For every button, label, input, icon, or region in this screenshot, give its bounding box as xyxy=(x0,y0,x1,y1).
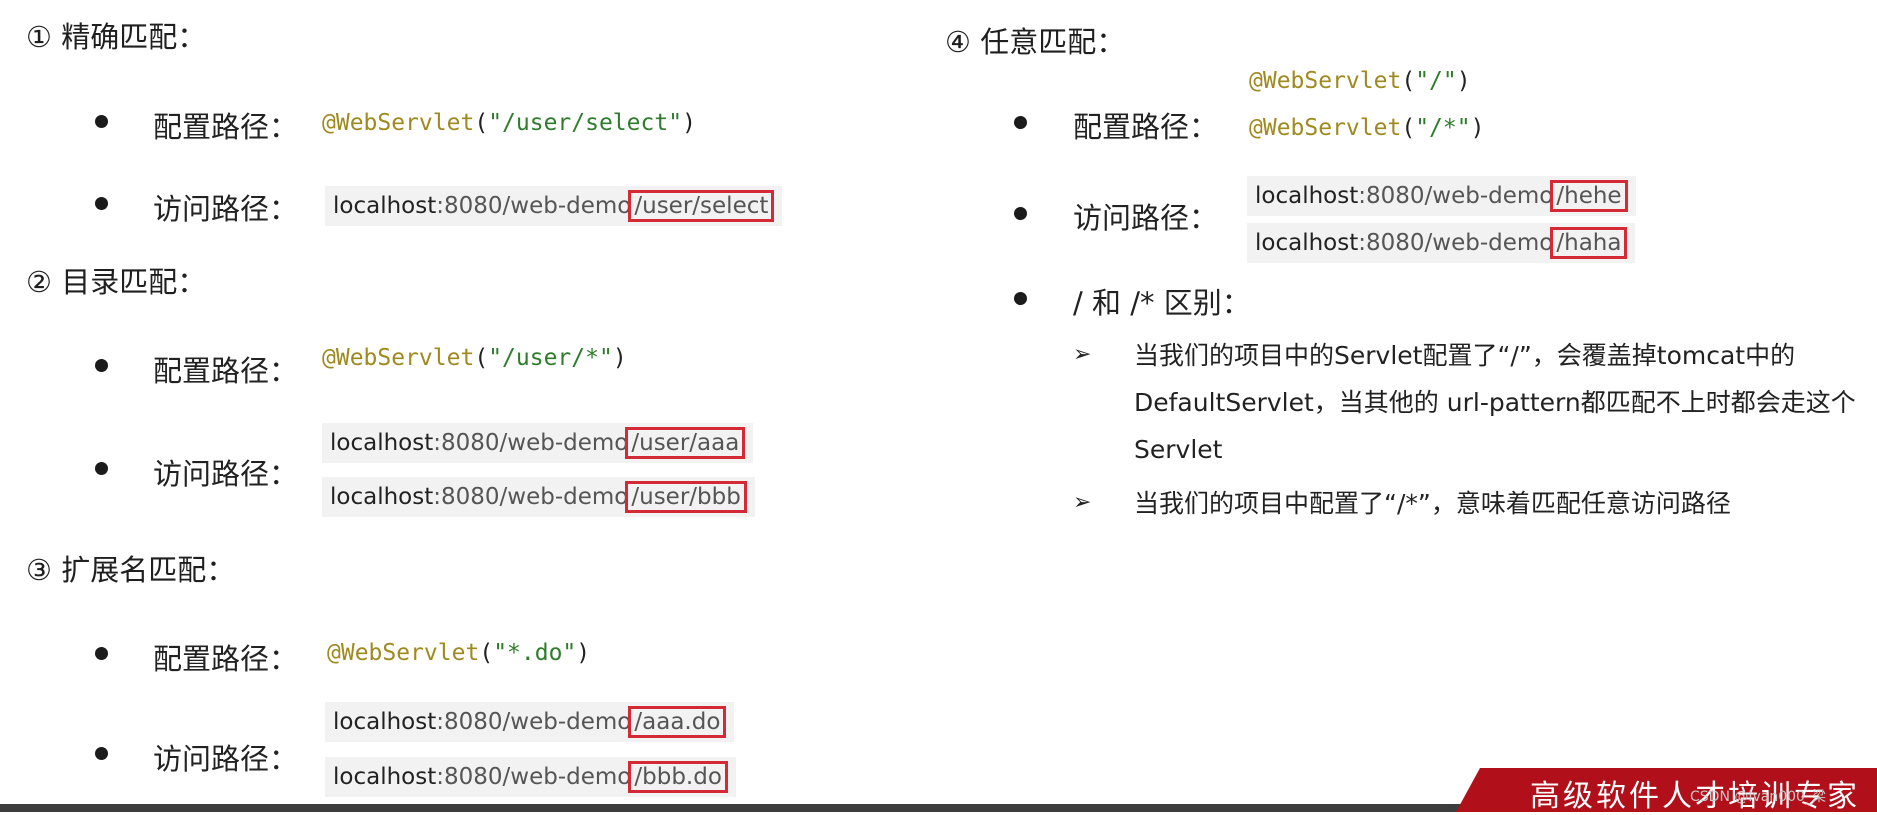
paren: ) xyxy=(1456,68,1471,94)
paren: ) xyxy=(1470,115,1485,141)
paren: ( xyxy=(474,110,489,136)
bullet xyxy=(1014,207,1027,220)
url-pattern: "/user/*" xyxy=(488,345,613,371)
section-1-heading: ① 精确匹配： xyxy=(26,20,207,54)
url-host: localhost xyxy=(1255,183,1359,209)
annotation-name: @WebServlet xyxy=(1249,68,1402,94)
paren: ( xyxy=(1401,115,1416,141)
url-host: localhost xyxy=(1255,230,1359,256)
url-path: :8080/web-demo xyxy=(436,193,632,219)
bullet xyxy=(95,197,108,210)
highlighted-path: /bbb.do xyxy=(628,761,728,793)
servlet-annotation: @WebServlet("/user/select") xyxy=(322,110,696,136)
url-host: localhost xyxy=(330,430,434,456)
difference-label: / 和 /* 区别： xyxy=(1073,286,1251,320)
section-2-heading: ② 目录匹配： xyxy=(26,265,207,299)
url-pattern: "/user/select" xyxy=(488,110,683,136)
access-url: localhost:8080/web-demo/haha xyxy=(1247,223,1636,263)
paren: ( xyxy=(1401,68,1416,94)
highlighted-path: /user/aaa xyxy=(625,427,746,459)
highlighted-path: /haha xyxy=(1550,227,1628,259)
bullet xyxy=(95,747,108,760)
paren: ) xyxy=(682,110,696,136)
servlet-annotation: @WebServlet("/*") xyxy=(1249,115,1484,141)
url-pattern: "/" xyxy=(1415,68,1457,94)
difference-point: 当我们的项目中的Servlet配置了“/”，会覆盖掉tomcat中的Defaul… xyxy=(1134,341,1856,464)
annotation-name: @WebServlet xyxy=(1249,115,1402,141)
servlet-annotation: @WebServlet("/") xyxy=(1249,68,1471,94)
url-pattern: "*.do" xyxy=(493,640,577,666)
url-path: :8080/web-demo xyxy=(433,484,629,510)
url-host: localhost xyxy=(333,193,437,219)
access-url: localhost:8080/web-demo/aaa.do xyxy=(325,702,735,742)
servlet-annotation: @WebServlet("/user/*") xyxy=(322,345,627,371)
url-host: localhost xyxy=(333,709,437,735)
config-path-label: 配置路径： xyxy=(153,110,299,144)
url-path: :8080/web-demo xyxy=(433,430,629,456)
bullet xyxy=(95,115,108,128)
url-path: :8080/web-demo xyxy=(436,709,632,735)
access-url: localhost:8080/web-demo/bbb.do xyxy=(325,757,736,797)
section-3-heading: ③ 扩展名匹配： xyxy=(26,553,236,587)
annotation-name: @WebServlet xyxy=(322,345,475,371)
annotation-name: @WebServlet xyxy=(322,110,475,136)
servlet-annotation: @WebServlet("*.do") xyxy=(327,640,590,666)
access-path-label: 访问路径： xyxy=(1073,201,1219,235)
csdn-watermark: CSDN @Ivan000_梁 xyxy=(1690,789,1826,805)
url-pattern: "/*" xyxy=(1415,115,1471,141)
bullet xyxy=(1014,292,1027,305)
access-url: localhost:8080/web-demo/hehe xyxy=(1247,176,1636,216)
annotation-name: @WebServlet xyxy=(327,640,480,666)
url-path: :8080/web-demo xyxy=(1358,230,1554,256)
access-path-label: 访问路径： xyxy=(153,192,299,226)
access-url: localhost:8080/web-demo/user/aaa xyxy=(322,423,754,463)
access-path-label: 访问路径： xyxy=(153,742,299,776)
paren: ) xyxy=(576,640,591,666)
config-path-label: 配置路径： xyxy=(1073,110,1219,144)
access-path-label: 访问路径： xyxy=(153,457,299,491)
section-4-heading: ④ 任意匹配： xyxy=(945,25,1126,59)
bullet xyxy=(95,462,108,475)
url-path: :8080/web-demo xyxy=(436,764,632,790)
highlighted-path: /aaa.do xyxy=(628,706,727,738)
bullet xyxy=(1014,116,1027,129)
bullet xyxy=(95,647,108,660)
highlighted-path: /hehe xyxy=(1550,180,1628,212)
paren: ( xyxy=(474,345,489,371)
highlighted-path: /user/bbb xyxy=(625,481,747,513)
arrow-bullet-icon: ➢ xyxy=(1073,490,1092,515)
access-url: localhost:8080/web-demo/user/bbb xyxy=(322,477,755,517)
config-path-label: 配置路径： xyxy=(153,642,299,676)
access-url: localhost:8080/web-demo/user/select xyxy=(325,186,783,226)
paren: ) xyxy=(612,345,627,371)
url-host: localhost xyxy=(330,484,434,510)
bullet xyxy=(95,359,108,372)
config-path-label: 配置路径： xyxy=(153,354,299,388)
arrow-bullet-icon: ➢ xyxy=(1073,342,1092,367)
url-host: localhost xyxy=(333,764,437,790)
url-path: :8080/web-demo xyxy=(1358,183,1554,209)
paren: ( xyxy=(479,640,494,666)
difference-point: 当我们的项目中配置了“/*”，意味着匹配任意访问路径 xyxy=(1134,489,1731,518)
highlighted-path: /user/select xyxy=(628,190,775,222)
